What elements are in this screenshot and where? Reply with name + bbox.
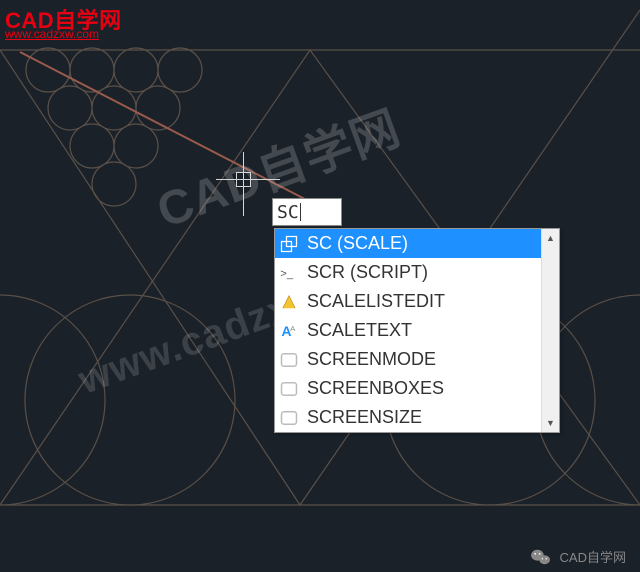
svg-text:>_: >_: [280, 267, 294, 279]
autocomplete-label: SCREENSIZE: [307, 407, 422, 428]
autocomplete-item-script[interactable]: >_ SCR (SCRIPT): [275, 258, 559, 287]
wechat-icon: [530, 548, 552, 566]
autocomplete-item-scaletext[interactable]: AA SCALETEXT: [275, 316, 559, 345]
autocomplete-list: SC (SCALE) >_ SCR (SCRIPT) SCALELISTEDIT…: [275, 229, 559, 432]
sysvar-icon: [279, 408, 299, 428]
autocomplete-label: SCREENBOXES: [307, 378, 444, 399]
footer-label: CAD自学网: [560, 547, 626, 566]
scalelist-icon: [279, 292, 299, 312]
footer-attribution: CAD自学网: [530, 547, 626, 566]
autocomplete-item-screenmode[interactable]: SCREENMODE: [275, 345, 559, 374]
sysvar-icon: [279, 350, 299, 370]
script-icon: >_: [279, 263, 299, 283]
scroll-down-icon[interactable]: ▼: [542, 414, 559, 432]
command-input[interactable]: SC: [272, 198, 342, 226]
autocomplete-item-scalelistedit[interactable]: SCALELISTEDIT: [275, 287, 559, 316]
scaletext-icon: AA: [279, 321, 299, 341]
autocomplete-item-scale[interactable]: SC (SCALE): [275, 229, 559, 258]
autocomplete-label: SCALELISTEDIT: [307, 291, 445, 312]
autocomplete-popup: SC (SCALE) >_ SCR (SCRIPT) SCALELISTEDIT…: [274, 228, 560, 433]
scroll-up-icon[interactable]: ▲: [542, 229, 559, 247]
svg-text:A: A: [290, 324, 295, 333]
text-caret: [300, 203, 301, 221]
autocomplete-label: SCR (SCRIPT): [307, 262, 428, 283]
autocomplete-label: SCALETEXT: [307, 320, 412, 341]
scrollbar[interactable]: ▲ ▼: [541, 229, 559, 432]
autocomplete-item-screensize[interactable]: SCREENSIZE: [275, 403, 559, 432]
command-input-value: SC: [277, 202, 299, 223]
sysvar-icon: [279, 379, 299, 399]
watermark-url: www.cadzxw.com: [5, 27, 99, 41]
autocomplete-label: SCREENMODE: [307, 349, 436, 370]
autocomplete-label: SC (SCALE): [307, 233, 408, 254]
autocomplete-item-screenboxes[interactable]: SCREENBOXES: [275, 374, 559, 403]
scale-icon: [279, 234, 299, 254]
